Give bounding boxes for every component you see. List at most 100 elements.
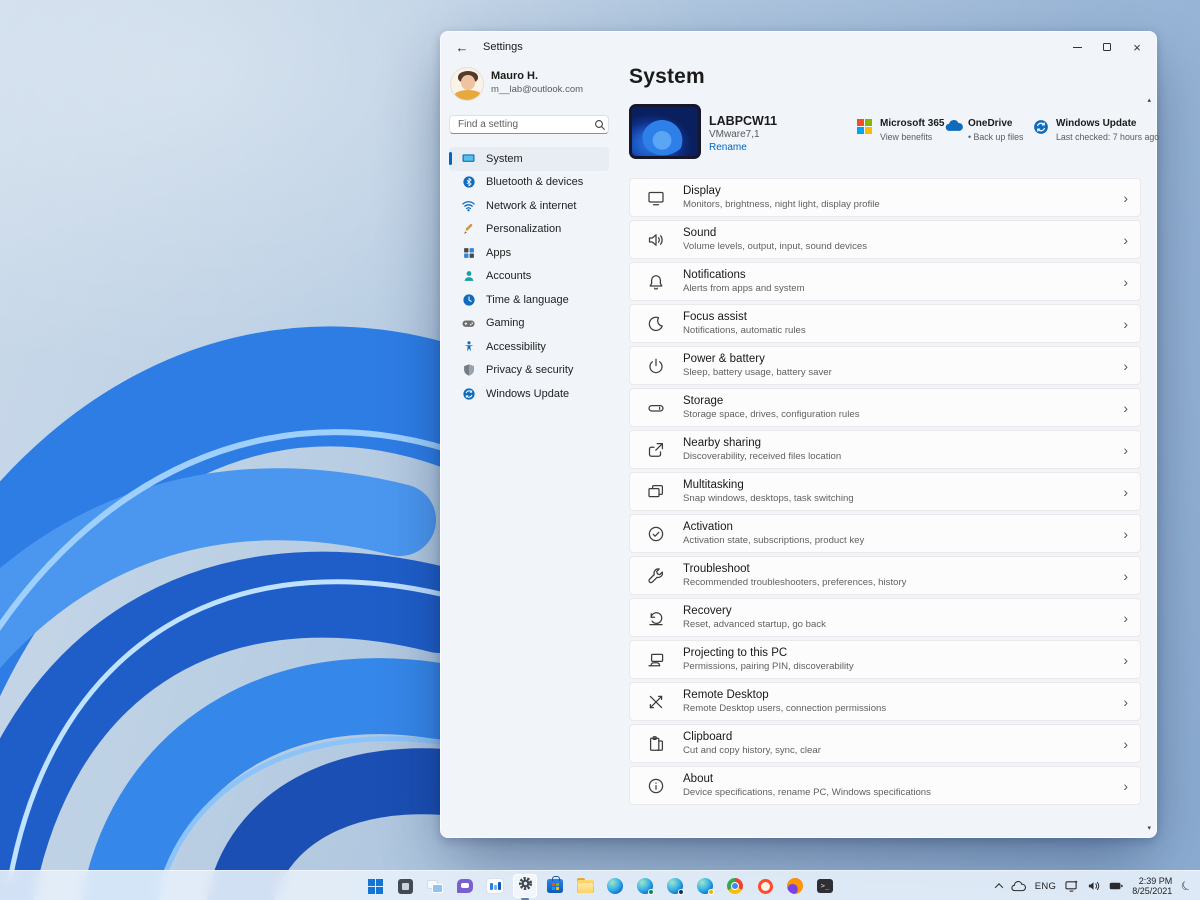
chevron-right-icon: › — [1123, 652, 1128, 668]
sidebar-item-system[interactable]: System — [449, 147, 609, 171]
store-button[interactable] — [543, 874, 567, 898]
status-subtitle[interactable]: • Back up files — [968, 132, 1023, 142]
settings-item-remote-desktop[interactable]: Remote DesktopRemote Desktop users, conn… — [629, 682, 1141, 721]
clock[interactable]: 2:39 PM 8/25/2021 — [1132, 876, 1172, 897]
power-battery-icon — [646, 356, 666, 376]
sidebar-item-privacy-security[interactable]: Privacy & security — [449, 359, 609, 383]
start-button[interactable] — [363, 874, 387, 898]
sidebar-item-label: Apps — [486, 247, 511, 259]
sound-icon — [646, 230, 666, 250]
sidebar-item-label: Bluetooth & devices — [486, 176, 583, 188]
edge-dev-button[interactable] — [663, 874, 687, 898]
tray-time: 2:39 PM — [1132, 876, 1172, 887]
opera-button[interactable] — [753, 874, 777, 898]
tray-overflow-chevron-icon[interactable] — [994, 883, 1002, 891]
chevron-right-icon: › — [1123, 442, 1128, 458]
edge-canary-button[interactable] — [693, 874, 717, 898]
terminal-button[interactable]: >_ — [813, 874, 837, 898]
microsoft-365-icon — [857, 119, 874, 136]
volume-icon[interactable] — [1087, 880, 1100, 892]
edge-button[interactable] — [603, 874, 627, 898]
settings-list: DisplayMonitors, brightness, night light… — [629, 178, 1141, 808]
remote-desktop-icon — [646, 692, 666, 712]
sidebar-item-personalization[interactable]: Personalization — [449, 218, 609, 242]
settings-item-power-battery[interactable]: Power & batterySleep, battery usage, bat… — [629, 346, 1141, 385]
titlebar[interactable]: ← Settings × — [441, 32, 1156, 62]
maximize-button[interactable] — [1092, 32, 1122, 62]
settings-item-recovery[interactable]: RecoveryReset, advanced startup, go back… — [629, 598, 1141, 637]
firefox-button[interactable] — [783, 874, 807, 898]
onedrive-tray-icon[interactable] — [1011, 881, 1026, 892]
chat-button[interactable] — [453, 874, 477, 898]
chevron-right-icon: › — [1123, 484, 1128, 500]
sidebar-item-time-language[interactable]: Time & language — [449, 288, 609, 312]
sidebar-item-label: Time & language — [486, 294, 569, 306]
language-indicator[interactable]: ENG — [1035, 881, 1057, 892]
sidebar-item-bluetooth-devices[interactable]: Bluetooth & devices — [449, 171, 609, 195]
file-explorer-button[interactable] — [573, 874, 597, 898]
settings-item-nearby-sharing[interactable]: Nearby sharingDiscoverability, received … — [629, 430, 1141, 469]
settings-item-notifications[interactable]: NotificationsAlerts from apps and system… — [629, 262, 1141, 301]
minimize-button[interactable] — [1062, 32, 1092, 62]
close-button[interactable]: × — [1122, 32, 1152, 62]
window-title: Settings — [483, 41, 523, 53]
maximize-icon — [1103, 43, 1111, 51]
settings-item-storage[interactable]: StorageStorage space, drives, configurat… — [629, 388, 1141, 427]
sidebar-nav: System Bluetooth & devices Network & int… — [449, 147, 609, 406]
sidebar-item-label: Accessibility — [486, 341, 546, 353]
settings-item-sound[interactable]: SoundVolume levels, output, input, sound… — [629, 220, 1141, 259]
status-microsoft-365[interactable]: Microsoft 365 View benefits — [857, 118, 944, 142]
scroll-down-arrow[interactable]: ▾ — [1147, 824, 1151, 832]
rename-link[interactable]: Rename — [709, 142, 747, 153]
sidebar-item-gaming[interactable]: Gaming — [449, 312, 609, 336]
system-tray: ENG 2:39 PM 8/25/2021 ☾ — [996, 871, 1192, 900]
settings-item-projecting[interactable]: Projecting to this PCPermissions, pairin… — [629, 640, 1141, 679]
display-tray-icon[interactable] — [1065, 880, 1078, 892]
taskbar-search-button[interactable] — [393, 874, 417, 898]
windows-update-icon — [461, 386, 476, 401]
device-name: LABPCW11 — [709, 114, 777, 128]
back-button[interactable]: ← — [447, 36, 477, 58]
status-subtitle[interactable]: View benefits — [880, 132, 944, 142]
chevron-right-icon: › — [1123, 358, 1128, 374]
settings-item-about[interactable]: AboutDevice specifications, rename PC, W… — [629, 766, 1141, 805]
search-box[interactable] — [449, 115, 609, 134]
chevron-right-icon: › — [1123, 232, 1128, 248]
minimize-icon — [1073, 47, 1082, 48]
edge-beta-button[interactable] — [633, 874, 657, 898]
recovery-icon — [646, 608, 666, 628]
edge-beta-icon — [637, 878, 653, 894]
sidebar-item-network-internet[interactable]: Network & internet — [449, 194, 609, 218]
sidebar-item-accounts[interactable]: Accounts — [449, 265, 609, 289]
settings-item-focus-assist[interactable]: Focus assistNotifications, automatic rul… — [629, 304, 1141, 343]
battery-icon[interactable] — [1109, 881, 1123, 891]
bluetooth-icon — [461, 175, 476, 190]
system-icon — [461, 151, 476, 166]
settings-item-multitasking[interactable]: MultitaskingSnap windows, desktops, task… — [629, 472, 1141, 511]
status-onedrive[interactable]: OneDrive • Back up files — [945, 118, 1023, 142]
scroll-up-arrow[interactable]: ▴ — [1147, 96, 1151, 104]
focus-assist-moon-icon[interactable]: ☾ — [1179, 877, 1195, 894]
about-icon — [646, 776, 666, 796]
notifications-icon — [646, 272, 666, 292]
search-input[interactable] — [450, 119, 594, 130]
sidebar-item-accessibility[interactable]: Accessibility — [449, 335, 609, 359]
settings-item-clipboard[interactable]: ClipboardCut and copy history, sync, cle… — [629, 724, 1141, 763]
settings-item-troubleshoot[interactable]: TroubleshootRecommended troubleshooters,… — [629, 556, 1141, 595]
settings-item-activation[interactable]: ActivationActivation state, subscription… — [629, 514, 1141, 553]
status-windows-update[interactable]: Windows Update Last checked: 7 hours ago — [1033, 118, 1159, 142]
edge-canary-icon — [697, 878, 713, 894]
sidebar-item-apps[interactable]: Apps — [449, 241, 609, 265]
task-view-button[interactable] — [423, 874, 447, 898]
widgets-button[interactable] — [483, 874, 507, 898]
chrome-button[interactable] — [723, 874, 747, 898]
chevron-right-icon: › — [1123, 526, 1128, 542]
firefox-icon — [787, 878, 803, 894]
sidebar-item-windows-update[interactable]: Windows Update — [449, 382, 609, 406]
avatar[interactable] — [450, 67, 484, 101]
chevron-right-icon: › — [1123, 400, 1128, 416]
settings-app-button[interactable] — [513, 874, 537, 898]
focus-assist-icon — [646, 314, 666, 334]
user-email: m__lab@outlook.com — [491, 84, 583, 95]
settings-item-display[interactable]: DisplayMonitors, brightness, night light… — [629, 178, 1141, 217]
